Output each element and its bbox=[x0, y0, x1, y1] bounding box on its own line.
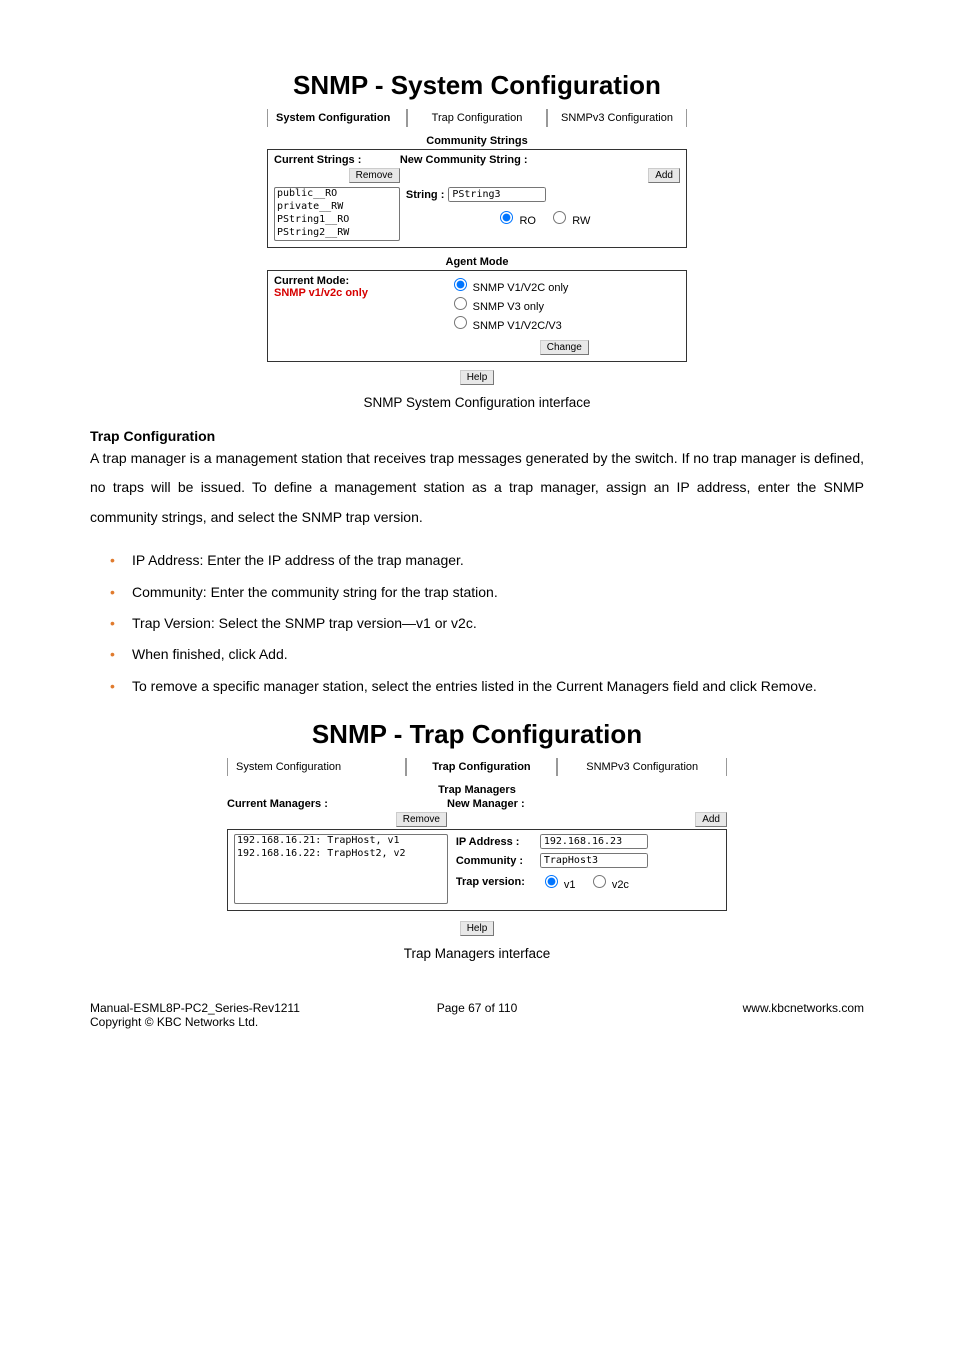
footer-manual-id: Manual-ESML8P-PC2_Series-Rev1211 bbox=[90, 1001, 300, 1015]
current-strings-list[interactable]: public__RO private__RW PString1__RO PStr… bbox=[274, 187, 400, 241]
add-button[interactable]: Add bbox=[695, 812, 727, 827]
agent-panel: Current Mode: SNMP v1/v2c only SNMP V1/V… bbox=[267, 270, 687, 362]
tab-snmpv3-configuration[interactable]: SNMPv3 Configuration bbox=[547, 109, 687, 127]
trap-version-label: Trap version: bbox=[456, 876, 536, 888]
rw-radio-input[interactable] bbox=[553, 211, 566, 224]
tab-snmpv3-configuration[interactable]: SNMPv3 Configuration bbox=[557, 758, 727, 776]
string-input[interactable] bbox=[448, 187, 546, 202]
help-button[interactable]: Help bbox=[460, 370, 495, 385]
list-item[interactable]: 192.168.16.21: TrapHost, v1 bbox=[235, 835, 447, 848]
list-item[interactable]: PString1__RO bbox=[275, 214, 399, 227]
v1-radio[interactable]: v1 bbox=[540, 879, 576, 891]
v2c-radio[interactable]: v2c bbox=[588, 879, 629, 891]
bullet-item: To remove a specific manager station, se… bbox=[132, 672, 864, 701]
new-manager-label: New Manager : bbox=[447, 798, 727, 810]
list-item[interactable]: public__RO bbox=[275, 188, 399, 201]
figure2-caption: Trap Managers interface bbox=[90, 946, 864, 961]
fig2-tabs: System Configuration Trap Configuration … bbox=[227, 758, 727, 776]
new-community-string-label: New Community String : bbox=[400, 154, 680, 166]
string-label: String : bbox=[406, 189, 445, 201]
change-button[interactable]: Change bbox=[540, 340, 589, 355]
trap-managers-panel: 192.168.16.21: TrapHost, v1 192.168.16.2… bbox=[227, 829, 727, 911]
add-button[interactable]: Add bbox=[648, 168, 680, 183]
remove-button[interactable]: Remove bbox=[396, 812, 447, 827]
tab-system-configuration[interactable]: System Configuration bbox=[227, 758, 406, 776]
bullet-item: When finished, click Add. bbox=[132, 640, 864, 669]
trap-config-heading: Trap Configuration bbox=[90, 428, 864, 444]
current-managers-label: Current Managers : bbox=[227, 798, 447, 810]
agent-option-2[interactable]: SNMP V3 only bbox=[449, 294, 680, 313]
bullet-item: IP Address: Enter the IP address of the … bbox=[132, 546, 864, 575]
figure1-title: SNMP - System Configuration bbox=[90, 70, 864, 101]
figure2-title: SNMP - Trap Configuration bbox=[90, 719, 864, 750]
page-footer: Manual-ESML8P-PC2_Series-Rev1211 Copyrig… bbox=[90, 1001, 864, 1029]
help-button[interactable]: Help bbox=[460, 921, 495, 936]
ro-radio[interactable]: RO bbox=[495, 215, 536, 227]
current-mode-value: SNMP v1/v2c only bbox=[274, 287, 449, 299]
ip-address-label: IP Address : bbox=[456, 836, 536, 848]
list-item[interactable]: private__RW bbox=[275, 201, 399, 214]
footer-page-number: Page 67 of 110 bbox=[348, 1001, 606, 1029]
rw-radio[interactable]: RW bbox=[548, 215, 590, 227]
fig1-tabs: System Configuration Trap Configuration … bbox=[267, 109, 687, 127]
community-panel: Current Strings : New Community String :… bbox=[267, 149, 687, 248]
current-managers-list[interactable]: 192.168.16.21: TrapHost, v1 192.168.16.2… bbox=[234, 834, 448, 904]
trap-managers-heading: Trap Managers bbox=[227, 784, 727, 796]
ip-address-input[interactable] bbox=[540, 834, 648, 849]
tab-trap-configuration[interactable]: Trap Configuration bbox=[407, 109, 547, 127]
trap-config-paragraph: A trap manager is a management station t… bbox=[90, 444, 864, 532]
community-input[interactable] bbox=[540, 853, 648, 868]
community-strings-heading: Community Strings bbox=[267, 135, 687, 147]
agent-mode-heading: Agent Mode bbox=[267, 256, 687, 268]
tab-trap-configuration[interactable]: Trap Configuration bbox=[406, 758, 558, 776]
list-item[interactable]: PString2__RW bbox=[275, 227, 399, 240]
tab-system-configuration[interactable]: System Configuration bbox=[267, 109, 407, 127]
community-label: Community : bbox=[456, 855, 536, 867]
current-strings-label: Current Strings : bbox=[274, 154, 400, 166]
figure1-caption: SNMP System Configuration interface bbox=[90, 395, 864, 410]
ro-radio-input[interactable] bbox=[500, 211, 513, 224]
agent-option-3[interactable]: SNMP V1/V2C/V3 bbox=[449, 313, 680, 332]
agent-option-1[interactable]: SNMP V1/V2C only bbox=[449, 275, 680, 294]
footer-copyright: Copyright © KBC Networks Ltd. bbox=[90, 1015, 258, 1029]
current-mode-label: Current Mode: bbox=[274, 275, 449, 287]
bullet-item: Trap Version: Select the SNMP trap versi… bbox=[132, 609, 864, 638]
remove-button[interactable]: Remove bbox=[349, 168, 400, 183]
list-item[interactable]: 192.168.16.22: TrapHost2, v2 bbox=[235, 848, 447, 861]
bullet-list: IP Address: Enter the IP address of the … bbox=[90, 546, 864, 701]
footer-url: www.kbcnetworks.com bbox=[606, 1001, 864, 1029]
bullet-item: Community: Enter the community string fo… bbox=[132, 578, 864, 607]
